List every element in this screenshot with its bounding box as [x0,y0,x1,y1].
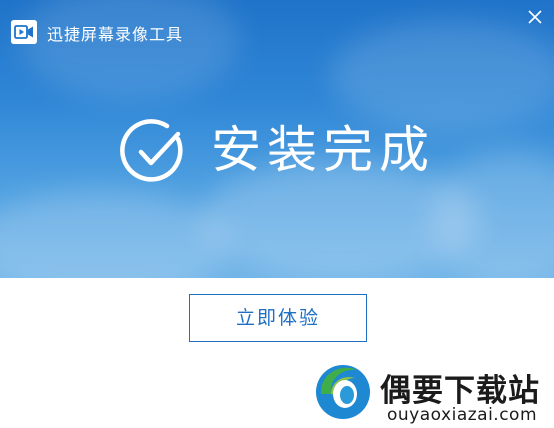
try-now-button[interactable]: 立即体验 [189,294,367,342]
swirl-logo-icon [309,358,375,424]
video-camera-icon [11,20,37,44]
cloud-decoration [330,20,554,130]
install-complete-message: 安装完成 [211,121,435,179]
cloud-decoration [20,0,240,100]
check-circle-icon [120,117,190,187]
window-title: 迅捷屏幕录像工具 [47,25,184,44]
watermark-url: ouyaoxiazai.com [387,405,538,425]
watermark-site-name: 偶要下载站 [380,373,540,409]
close-icon[interactable] [526,8,544,26]
hero-banner: 迅捷屏幕录像工具 安装完成 [0,0,554,278]
cloud-decoration [430,150,554,278]
cloud-decoration [0,190,230,278]
